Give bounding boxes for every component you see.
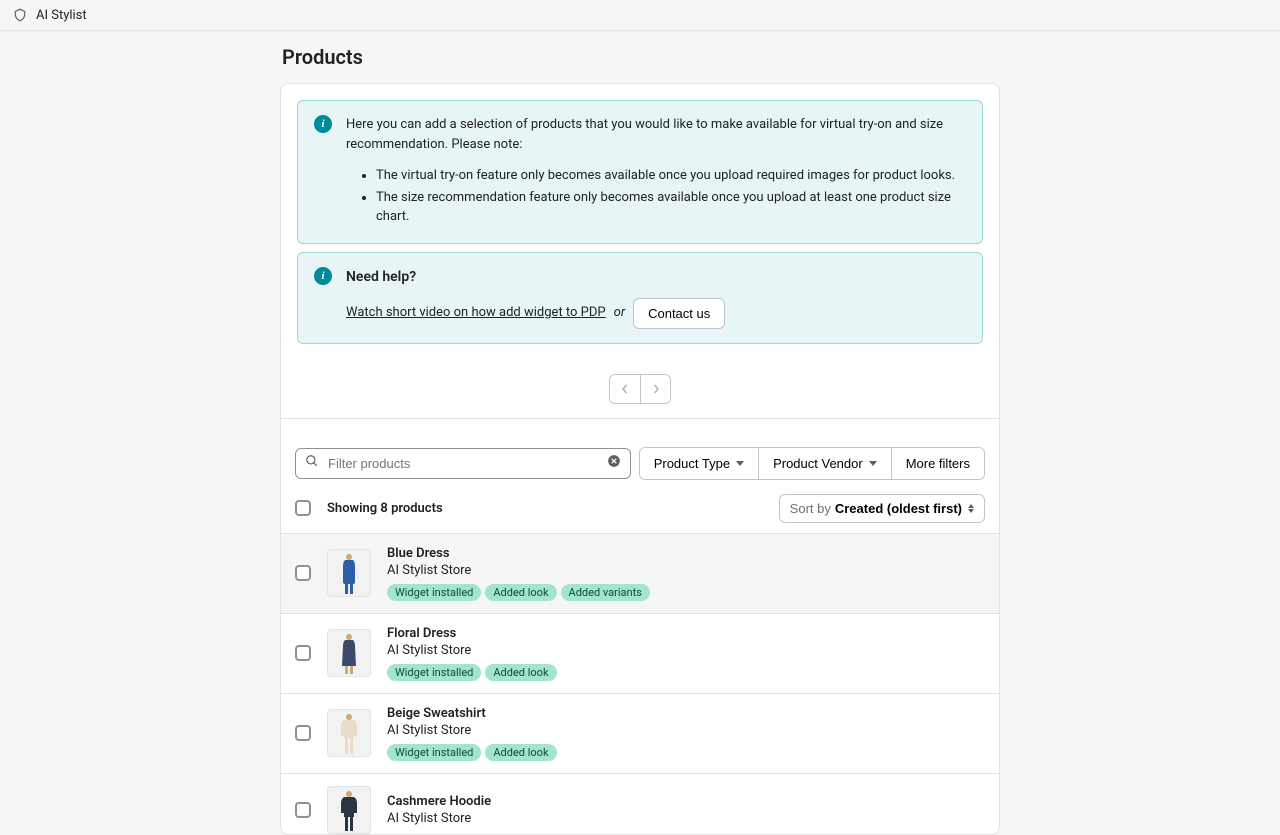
product-vendor-filter[interactable]: Product Vendor	[758, 448, 891, 479]
product-name: Floral Dress	[387, 626, 985, 641]
clear-search-icon[interactable]	[607, 454, 621, 472]
help-or-text: or	[614, 303, 625, 323]
help-banner: i Need help? Watch short video on how ad…	[297, 252, 983, 344]
pager-next-button[interactable]	[640, 375, 670, 403]
caret-down-icon	[736, 461, 744, 466]
product-checkbox[interactable]	[295, 645, 311, 661]
app-logo-icon	[12, 7, 28, 23]
caret-down-icon	[869, 461, 877, 466]
info-icon: i	[314, 267, 332, 285]
product-tag: Added look	[485, 664, 556, 681]
product-tag: Added look	[485, 584, 556, 601]
product-vendor: AI Stylist Store	[387, 723, 985, 738]
search-icon	[305, 454, 319, 472]
showing-count: Showing 8 products	[327, 501, 443, 516]
select-all-checkbox[interactable]	[295, 500, 311, 516]
product-tag: Widget installed	[387, 664, 481, 681]
product-thumbnail	[327, 709, 371, 757]
info-banner: i Here you can add a selection of produc…	[297, 100, 983, 244]
sort-button[interactable]: Sort by Created (oldest first)	[779, 494, 985, 523]
pagination	[297, 352, 983, 418]
topbar: AI Stylist	[0, 0, 1280, 31]
product-tag: Added variants	[561, 584, 650, 601]
product-name: Blue Dress	[387, 546, 985, 561]
product-checkbox[interactable]	[295, 565, 311, 581]
more-filters-button[interactable]: More filters	[891, 448, 984, 479]
app-name: AI Stylist	[36, 8, 87, 23]
watch-video-link[interactable]: Watch short video on how add widget to P…	[346, 303, 606, 323]
product-tag: Widget installed	[387, 744, 481, 761]
product-vendor: AI Stylist Store	[387, 811, 985, 826]
product-checkbox[interactable]	[295, 725, 311, 741]
product-checkbox[interactable]	[295, 802, 311, 818]
product-thumbnail	[327, 549, 371, 597]
product-tag: Widget installed	[387, 584, 481, 601]
product-tag: Added look	[485, 744, 556, 761]
help-banner-title: Need help?	[346, 267, 966, 288]
info-banner-intro: Here you can add a selection of products…	[346, 115, 966, 154]
filter-products-input[interactable]	[295, 448, 631, 479]
product-row[interactable]: Floral Dress AI Stylist Store Widget ins…	[281, 613, 999, 693]
product-row[interactable]: Blue Dress AI Stylist Store Widget insta…	[281, 533, 999, 613]
info-banner-bullet: The size recommendation feature only bec…	[376, 188, 966, 227]
main-card: i Here you can add a selection of produc…	[280, 83, 1000, 835]
sort-caret-icon	[968, 504, 974, 513]
product-vendor: AI Stylist Store	[387, 563, 985, 578]
product-type-filter[interactable]: Product Type	[640, 448, 758, 479]
chevron-left-icon	[620, 384, 630, 394]
chevron-right-icon	[651, 384, 661, 394]
pager-prev-button[interactable]	[610, 375, 640, 403]
info-icon: i	[314, 115, 332, 133]
product-thumbnail	[327, 786, 371, 834]
product-vendor: AI Stylist Store	[387, 643, 985, 658]
product-row[interactable]: Cashmere Hoodie AI Stylist Store	[281, 773, 999, 834]
contact-us-button[interactable]: Contact us	[633, 298, 725, 329]
page-title: Products	[280, 45, 1000, 69]
product-name: Beige Sweatshirt	[387, 706, 985, 721]
product-row[interactable]: Beige Sweatshirt AI Stylist Store Widget…	[281, 693, 999, 773]
info-banner-bullet: The virtual try-on feature only becomes …	[376, 166, 966, 186]
product-name: Cashmere Hoodie	[387, 794, 985, 809]
product-thumbnail	[327, 629, 371, 677]
